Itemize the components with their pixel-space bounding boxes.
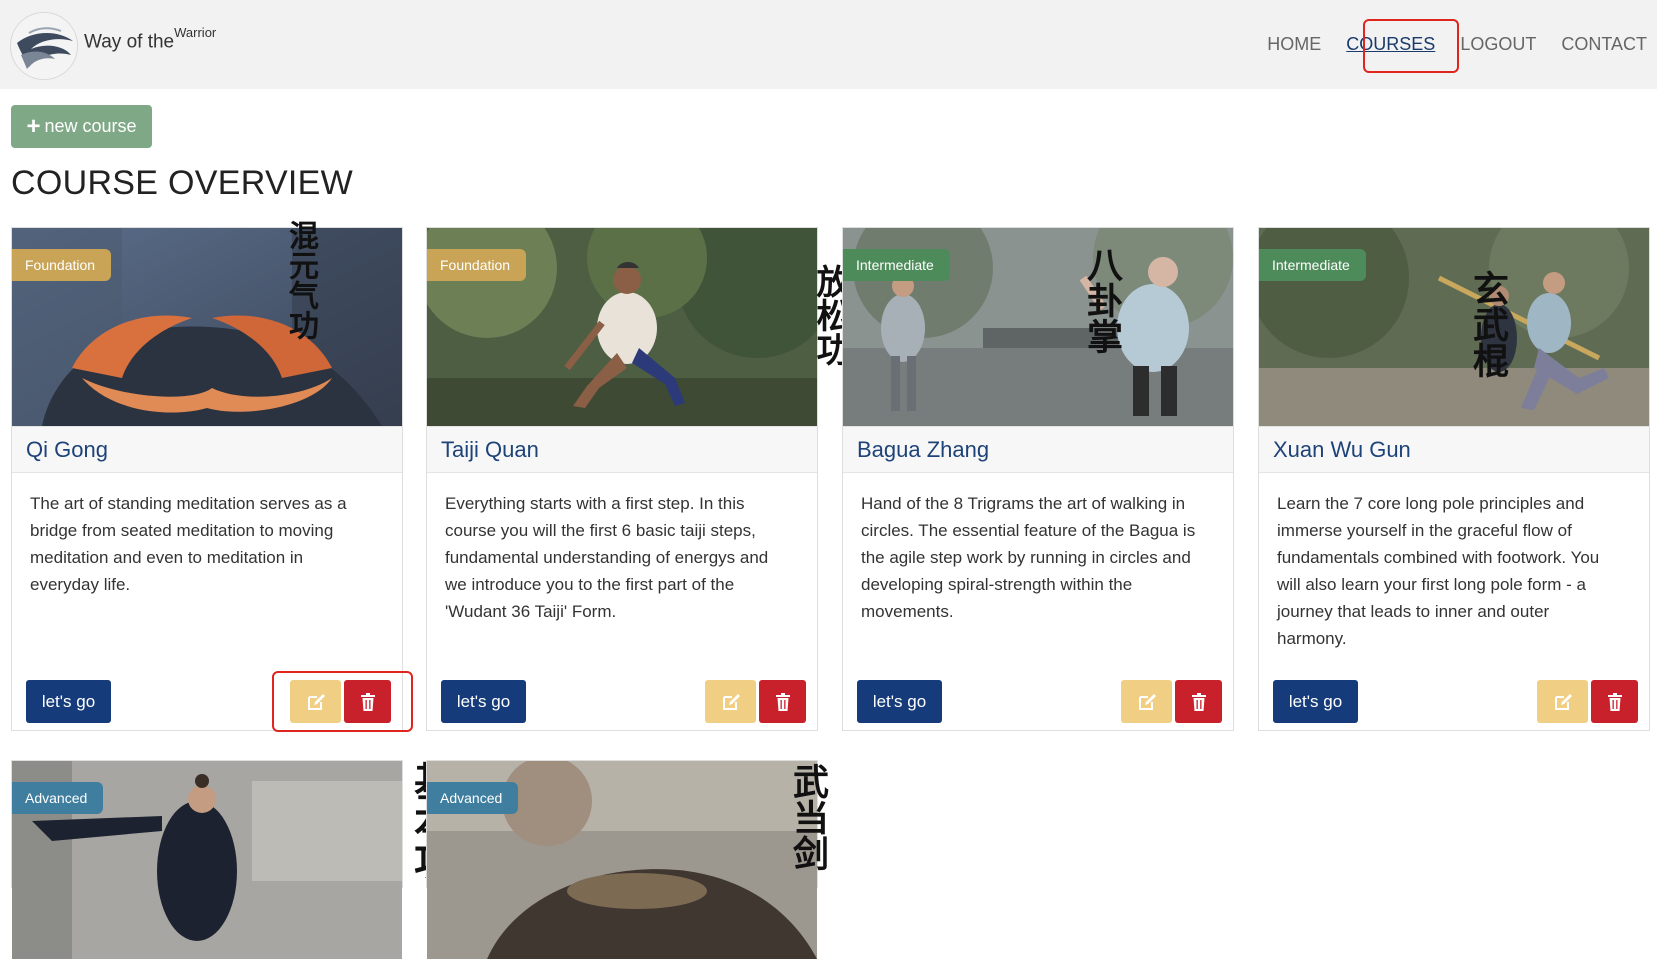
lets-go-button[interactable]: let's go [26, 680, 111, 723]
course-description: Everything starts with a first step. In … [445, 494, 769, 621]
level-badge: Foundation [12, 249, 112, 281]
chinese-characters: 玄武棍 [1467, 270, 1508, 378]
nav-logout[interactable]: LOGOUT [1460, 34, 1536, 55]
level-badge: Intermediate [1259, 249, 1366, 281]
nav-contact[interactable]: CONTACT [1561, 34, 1647, 55]
lets-go-button[interactable]: let's go [1273, 680, 1358, 723]
lets-go-button[interactable]: let's go [441, 680, 526, 723]
course-title[interactable]: Taiji Quan [441, 437, 539, 463]
card-header: Xuan Wu Gun [1259, 426, 1649, 473]
course-card-xuan-wu-gun: Intermediate 玄武棍 Xuan Wu Gun Learn the 7… [1258, 227, 1650, 731]
chinese-characters: 混元气功 [283, 220, 318, 340]
delete-button[interactable] [1591, 680, 1638, 723]
course-card-bagua-zhang: Intermediate 八卦掌 Bagua Zhang Hand of the… [842, 227, 1234, 731]
lets-go-button[interactable]: let's go [857, 680, 942, 723]
delete-button[interactable] [1175, 680, 1222, 723]
course-description: The art of standing meditation serves as… [30, 494, 347, 594]
edit-icon [1137, 692, 1157, 712]
trash-icon [773, 692, 793, 712]
card-header: Bagua Zhang [843, 426, 1233, 473]
edit-icon [1553, 692, 1573, 712]
delete-button[interactable] [759, 680, 806, 723]
level-badge: Foundation [427, 249, 527, 281]
edit-icon [721, 692, 741, 712]
ink-wave-logo-icon [10, 12, 78, 80]
course-description: Learn the 7 core long pole principles an… [1277, 494, 1600, 648]
nav-home[interactable]: HOME [1267, 34, 1321, 55]
trash-icon [1189, 692, 1209, 712]
card-header: Taiji Quan [427, 426, 817, 473]
course-card-advanced-1: Advanced 基本功 [11, 760, 453, 959]
course-title[interactable]: Bagua Zhang [857, 437, 989, 463]
course-description: Hand of the 8 Trigrams the art of walkin… [861, 494, 1196, 621]
brand-superscript: Warrior [174, 25, 217, 41]
actions-highlight [272, 671, 413, 732]
chinese-characters: 八卦掌 [1081, 246, 1122, 354]
edit-button[interactable] [705, 680, 756, 723]
chinese-characters: 武当剑 [787, 763, 828, 871]
edit-button[interactable] [1537, 680, 1588, 723]
course-card-qi-gong: Foundation 混元气功 Qi Gong The art of stand… [11, 220, 403, 731]
course-card-advanced-2: Advanced 武当剑 [426, 760, 828, 959]
level-badge: Intermediate [843, 249, 950, 281]
course-title[interactable]: Qi Gong [26, 437, 108, 463]
level-badge: Advanced [12, 782, 104, 814]
card-header: Qi Gong [12, 426, 402, 473]
page-title: COURSE OVERVIEW [11, 164, 354, 202]
plus-icon: + [26, 112, 41, 140]
brand[interactable]: Way of theWarrior [10, 12, 216, 80]
trash-icon [1605, 692, 1625, 712]
new-course-button[interactable]: + new course [11, 105, 152, 148]
course-title[interactable]: Xuan Wu Gun [1273, 437, 1411, 463]
course-card-taiji-quan: Foundation 放松功 Taiji Quan Everything sta… [426, 227, 850, 731]
level-badge: Advanced [427, 782, 519, 814]
edit-button[interactable] [1121, 680, 1172, 723]
chinese-characters: 放松功 [810, 264, 850, 366]
brand-name: Way of theWarrior [84, 25, 217, 53]
courses-highlight [1363, 19, 1459, 73]
